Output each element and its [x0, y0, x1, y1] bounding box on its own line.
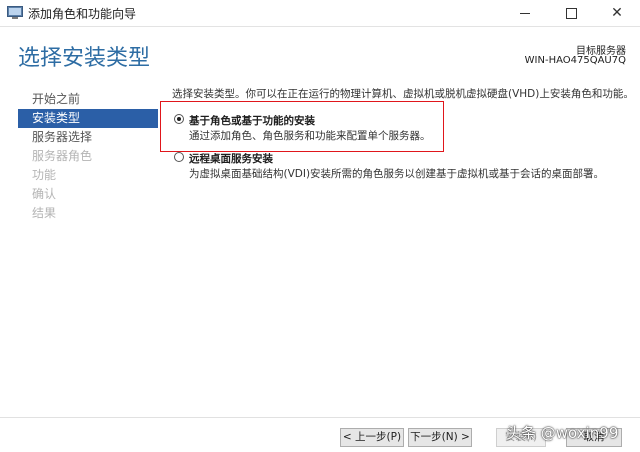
window-title: 添加角色和功能向导 — [28, 7, 137, 21]
nav-item-confirmation: 确认 — [32, 187, 57, 201]
next-button[interactable]: 下一步(N) > — [408, 428, 472, 447]
title-bar: 添加角色和功能向导 ✕ — [0, 0, 640, 27]
option-description: 为虚拟桌面基础结构(VDI)安装所需的角色服务以创建基于虚拟机或基于会话的桌面部… — [189, 168, 605, 180]
nav-item-server-selection[interactable]: 服务器选择 — [18, 128, 158, 147]
nav-item-installation-type[interactable]: 安装类型 — [18, 109, 158, 128]
wizard-nav: 开始之前 安装类型 服务器选择 服务器角色 功能 确认 结果 — [18, 90, 158, 223]
content-pane: 选择安装类型。你可以在正在运行的物理计算机、虚拟机或脱机虚拟硬盘(VHD)上安装… — [172, 86, 634, 101]
page-title: 选择安装类型 — [18, 46, 151, 71]
nav-item-results: 结果 — [32, 206, 57, 220]
target-server-name: WIN-HAO475QAU7Q — [524, 55, 626, 66]
close-button[interactable]: ✕ — [594, 0, 640, 26]
nav-item-features: 功能 — [32, 168, 57, 182]
option-description: 通过添加角色、角色服务和功能来配置单个服务器。 — [189, 130, 431, 142]
nav-item-before-you-begin[interactable]: 开始之前 — [18, 90, 158, 109]
previous-button[interactable]: < 上一步(P) — [340, 428, 404, 447]
option-label[interactable]: 基于角色或基于功能的安装 — [189, 113, 315, 128]
radio-remote-desktop[interactable] — [174, 152, 184, 162]
maximize-button[interactable] — [548, 0, 594, 26]
intro-text: 选择安装类型。你可以在正在运行的物理计算机、虚拟机或脱机虚拟硬盘(VHD)上安装… — [172, 88, 634, 100]
minimize-button[interactable] — [502, 0, 548, 26]
minimize-icon — [520, 12, 530, 14]
server-manager-icon — [7, 6, 23, 19]
footer-divider — [0, 417, 640, 418]
close-icon: ✕ — [611, 5, 623, 21]
nav-item-server-roles: 服务器角色 — [32, 149, 93, 163]
radio-role-based[interactable] — [174, 114, 184, 124]
watermark: 头条 @woxin99 — [506, 424, 619, 442]
maximize-icon — [565, 7, 577, 19]
option-label[interactable]: 远程桌面服务安装 — [189, 151, 273, 166]
